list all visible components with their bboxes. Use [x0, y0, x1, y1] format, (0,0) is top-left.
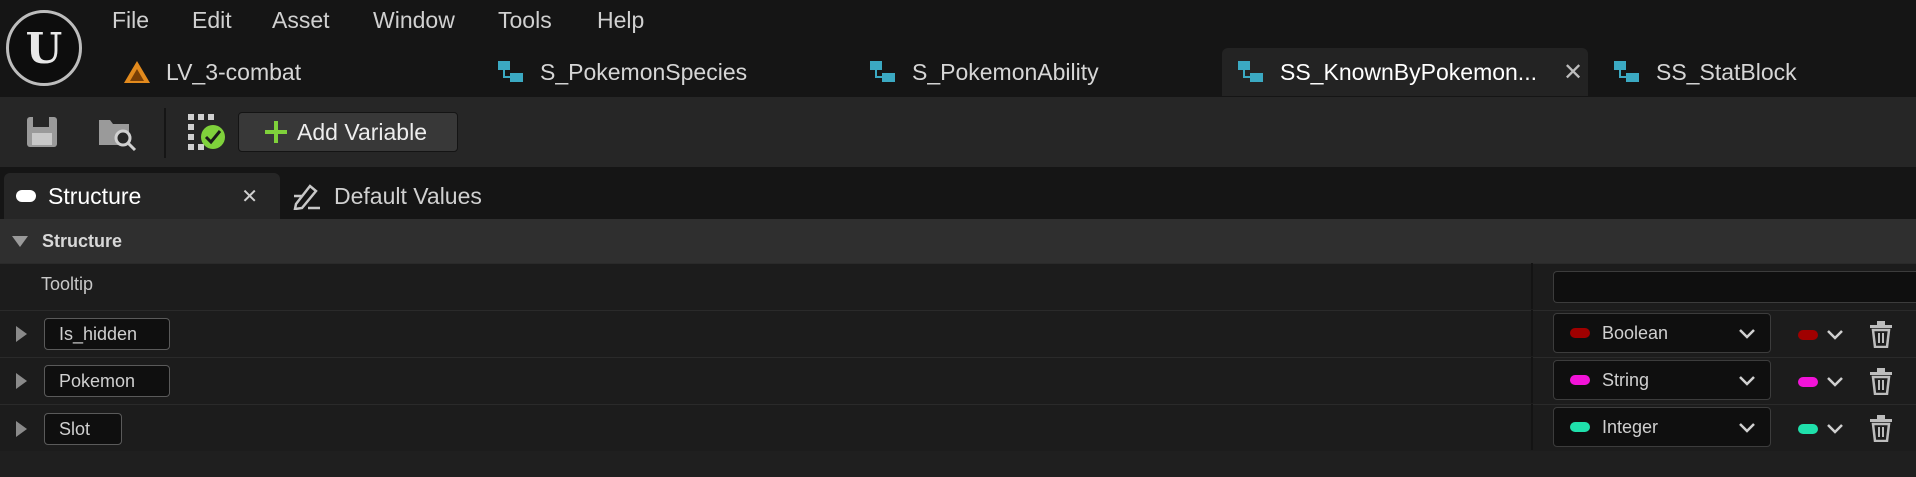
structure-tab-icon — [16, 190, 36, 202]
variable-name-field[interactable]: Is_hidden — [44, 318, 170, 350]
doc-tab-ss-knownbypokemon[interactable]: SS_KnownByPokemon... ✕ — [1222, 48, 1588, 96]
column-divider — [1531, 263, 1533, 309]
variable-type-dropdown[interactable]: Boolean — [1553, 313, 1771, 353]
doc-tab-s-pokemonspecies[interactable]: S_PokemonSpecies — [492, 48, 836, 96]
tooltip-label: Tooltip — [41, 274, 94, 294]
variable-type-label: Integer — [1602, 416, 1659, 437]
doc-tab-label: S_PokemonSpecies — [540, 58, 748, 85]
chevron-down-icon[interactable] — [1826, 419, 1844, 437]
save-icon[interactable] — [24, 114, 60, 150]
expand-arrow-icon[interactable] — [16, 326, 27, 342]
variable-name-field[interactable]: Pokemon — [44, 365, 170, 397]
type-color-pill — [1570, 375, 1590, 385]
doc-tab-s-pokemonability[interactable]: S_PokemonAbility — [864, 48, 1208, 96]
chevron-down-icon — [1739, 376, 1755, 386]
edit-pencil-icon — [293, 184, 320, 210]
compile-check-icon[interactable] — [186, 112, 226, 152]
struct-icon — [498, 61, 523, 82]
category-header-structure[interactable]: Structure — [0, 219, 1916, 263]
chevron-down-icon — [1739, 423, 1755, 433]
tab-default-values-label: Default Values — [334, 182, 482, 209]
container-type-pill[interactable] — [1798, 330, 1818, 340]
variable-type-dropdown[interactable]: String — [1553, 360, 1771, 400]
close-icon[interactable]: ✕ — [241, 184, 258, 209]
struct-icon — [870, 61, 895, 82]
menu-asset[interactable]: Asset — [272, 4, 330, 36]
tab-structure[interactable]: Structure ✕ — [4, 173, 280, 219]
menu-window[interactable]: Window — [373, 4, 455, 36]
struct-icon — [1238, 61, 1263, 82]
delete-trash-icon[interactable] — [1868, 414, 1894, 442]
add-variable-button[interactable]: Add Variable — [238, 112, 458, 152]
tab-structure-label: Structure — [48, 182, 142, 209]
level-icon — [124, 61, 150, 83]
struct-icon — [1614, 61, 1639, 82]
column-divider — [1531, 310, 1533, 356]
menu-edit[interactable]: Edit — [192, 4, 232, 36]
doc-tab-label: S_PokemonAbility — [912, 58, 1099, 85]
add-variable-label: Add Variable — [297, 118, 427, 145]
chevron-down-icon[interactable] — [1826, 325, 1844, 343]
doc-tab-label: SS_StatBlock — [1656, 58, 1797, 85]
menu-help[interactable]: Help — [597, 4, 644, 36]
panel-tab-bar — [0, 167, 1916, 219]
column-divider — [1531, 404, 1533, 450]
variable-type-label: Boolean — [1602, 322, 1669, 343]
chevron-down-icon — [1739, 329, 1755, 339]
browse-icon[interactable] — [96, 112, 138, 152]
collapse-arrow-icon[interactable] — [12, 235, 28, 247]
doc-tab-label: SS_KnownByPokemon... — [1280, 58, 1537, 85]
tab-default-values[interactable]: Default Values — [292, 173, 482, 219]
chevron-down-icon[interactable] — [1826, 372, 1844, 390]
unreal-logo-icon[interactable]: U — [6, 10, 82, 86]
close-icon[interactable]: ✕ — [1563, 58, 1583, 87]
tooltip-input[interactable] — [1553, 271, 1916, 303]
type-color-pill — [1570, 422, 1590, 432]
variable-name-field[interactable]: Slot — [44, 413, 122, 445]
plus-icon — [265, 121, 287, 143]
doc-tab-label: LV_3-combat — [166, 58, 302, 85]
delete-trash-icon[interactable] — [1868, 320, 1894, 348]
container-type-pill[interactable] — [1798, 377, 1818, 387]
expand-arrow-icon[interactable] — [16, 421, 27, 437]
container-type-pill[interactable] — [1798, 424, 1818, 434]
toolbar-separator — [164, 108, 166, 158]
category-label: Structure — [42, 230, 123, 251]
doc-tab-ss-statblock[interactable]: SS_StatBlock — [1608, 48, 1912, 96]
expand-arrow-icon[interactable] — [16, 373, 27, 389]
doc-tab-lv-3-combat[interactable]: LV_3-combat — [118, 48, 462, 96]
menu-tools[interactable]: Tools — [498, 4, 552, 36]
variable-type-dropdown[interactable]: Integer — [1553, 407, 1771, 447]
menu-file[interactable]: File — [112, 4, 149, 36]
column-divider — [1531, 357, 1533, 403]
variable-type-label: String — [1602, 369, 1650, 390]
type-color-pill — [1570, 328, 1590, 338]
delete-trash-icon[interactable] — [1868, 367, 1894, 395]
